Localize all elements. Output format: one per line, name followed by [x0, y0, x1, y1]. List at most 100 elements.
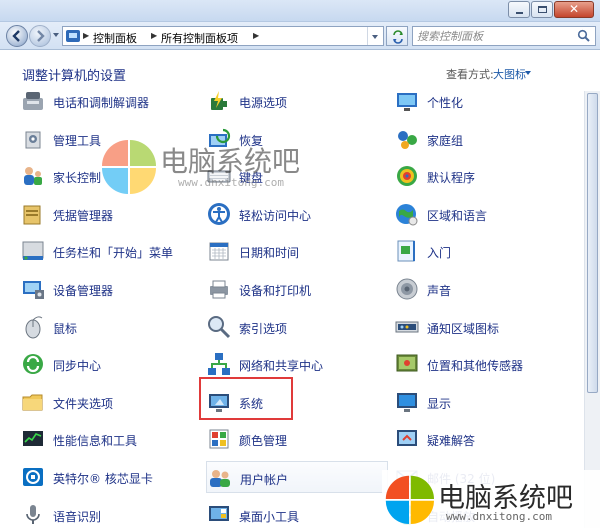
devices-printers-icon [210, 280, 228, 299]
window-controls: ✕ [507, 1, 594, 18]
control-panel-item-label: 索引选项 [239, 321, 288, 336]
maximize-button[interactable] [531, 1, 553, 18]
search-icon[interactable] [577, 29, 591, 43]
control-panel-item-label: 默认程序 [427, 171, 476, 186]
control-panel-item[interactable]: 个性化 [394, 91, 574, 117]
watermark-url: www.dnxitong.com [446, 510, 552, 523]
close-icon: ✕ [568, 2, 580, 16]
date-time-icon [209, 242, 229, 261]
control-panel-item[interactable]: 声音 [394, 273, 574, 305]
user-accounts-icon [210, 470, 230, 487]
control-panel-item-label: 性能信息和工具 [53, 434, 138, 449]
control-panel-item-label: 任务栏和「开始」菜单 [53, 246, 174, 261]
control-panel-item-label: 位置和其他传感器 [427, 359, 524, 374]
recent-pages-dropdown[interactable] [53, 33, 59, 37]
control-panel-item[interactable]: 轻松访问中心 [206, 198, 386, 230]
chevron-right-icon[interactable]: ▶ [151, 31, 157, 40]
control-panel-item[interactable]: 用户帐户 [206, 461, 388, 493]
control-panel-item[interactable]: 设备管理器 [20, 273, 200, 305]
admin-tools-icon [25, 131, 41, 149]
close-button[interactable]: ✕ [554, 1, 594, 18]
control-panel-item[interactable]: 位置和其他传感器 [394, 348, 574, 380]
minimize-icon [516, 12, 523, 14]
control-panel-item[interactable]: 同步中心 [20, 348, 200, 380]
control-panel-item-label: 设备和打印机 [239, 284, 312, 298]
control-panel-item-label: 家长控制 [53, 171, 102, 186]
control-panel-item-label: 网络和共享中心 [239, 359, 324, 374]
minimize-button[interactable] [508, 1, 530, 18]
desktop-gadgets-icon [209, 505, 229, 521]
chevron-right-icon[interactable]: ▶ [83, 31, 89, 40]
homegroup-icon [398, 130, 417, 149]
folder-options-icon [22, 394, 43, 411]
watermark-url: www.dnxitong.com [178, 176, 284, 189]
control-panel-item[interactable]: 性能信息和工具 [20, 423, 200, 455]
control-panel-item[interactable]: 任务栏和「开始」菜单 [20, 235, 200, 267]
troubleshooting-icon [397, 430, 417, 447]
control-panel-item-label: 电话和调制解调器 [53, 96, 150, 110]
control-panel-item[interactable]: 显示 [394, 386, 574, 418]
control-panel-item-label: 轻松访问中心 [239, 208, 312, 223]
forward-button[interactable] [29, 25, 51, 47]
control-panel-item[interactable]: 疑难解答 [394, 423, 574, 455]
ease-of-access-icon [208, 202, 230, 225]
scrollbar-thumb[interactable] [587, 93, 598, 393]
network-sharing-icon [208, 353, 230, 376]
refresh-button[interactable] [386, 26, 408, 46]
control-panel-item[interactable]: 区域和语言 [394, 198, 574, 230]
watermark-corner: 电脑系统吧 www.dnxitong.com [382, 470, 600, 528]
control-panel-item-label: 区域和语言 [427, 208, 488, 223]
control-panel-item[interactable]: 索引选项 [206, 311, 386, 343]
control-panel-item[interactable]: 入门 [394, 235, 574, 267]
control-panel-item[interactable]: 通知区域图标 [394, 311, 574, 343]
breadcrumb-all-items[interactable]: 所有控制面板项 [161, 30, 238, 46]
back-button[interactable] [6, 25, 28, 47]
search-box[interactable] [412, 26, 596, 46]
control-panel-item-label: 个性化 [427, 96, 464, 110]
control-panel-item-label: 家庭组 [427, 133, 464, 148]
performance-icon [23, 431, 43, 447]
control-panel-item-label: 日期和时间 [239, 246, 300, 261]
control-panel-icon [66, 30, 80, 42]
vertical-scrollbar[interactable] [584, 91, 600, 528]
getting-started-icon [397, 240, 415, 262]
control-panel-item[interactable]: 桌面小工具 [206, 499, 386, 528]
personalization-icon [397, 93, 417, 111]
control-panel-item[interactable]: 默认程序 [394, 160, 574, 192]
notification-area-icon [395, 321, 419, 333]
control-panel-item[interactable]: 文件夹选项 [20, 386, 200, 418]
control-panel-item[interactable]: 英特尔® 核芯显卡 [20, 461, 200, 493]
sound-icon [396, 278, 418, 300]
color-management-icon [209, 429, 229, 449]
control-panel-item-label: 颜色管理 [239, 434, 288, 449]
region-language-icon [396, 203, 418, 226]
control-panel-item[interactable]: 网络和共享中心 [206, 348, 386, 380]
control-panel-item[interactable]: 语音识别 [20, 499, 200, 528]
address-dropdown[interactable] [367, 27, 381, 45]
chevron-right-icon[interactable]: ▶ [253, 31, 259, 40]
chevron-down-icon[interactable] [525, 71, 531, 75]
control-panel-item-label: 管理工具 [53, 133, 102, 148]
control-panel-item[interactable]: 电话和调制解调器 [20, 91, 200, 117]
control-panel-item[interactable]: 颜色管理 [206, 423, 386, 455]
view-by-label: 查看方式: [446, 68, 494, 81]
control-panel-item[interactable]: 家庭组 [394, 123, 574, 155]
credential-manager-icon [23, 205, 41, 225]
search-input[interactable] [417, 29, 567, 43]
control-panel-item-label: 声音 [427, 284, 452, 298]
control-panel-item-label: 英特尔® 核芯显卡 [53, 472, 153, 486]
view-by-dropdown[interactable]: 大图标 [493, 66, 526, 82]
address-bar[interactable]: ▶ 控制面板 ▶ 所有控制面板项 ▶ [62, 26, 384, 46]
control-panel-item-label: 凭据管理器 [53, 208, 114, 223]
windows-logo-icon [102, 140, 156, 194]
control-panel-item[interactable]: 日期和时间 [206, 235, 386, 267]
breadcrumb-control-panel[interactable]: 控制面板 [93, 30, 137, 46]
page-title: 调整计算机的设置 [22, 69, 127, 84]
forward-arrow-icon [37, 30, 45, 42]
control-panel-item[interactable]: 设备和打印机 [206, 273, 386, 305]
control-panel-item[interactable]: 鼠标 [20, 311, 200, 343]
taskbar-start-menu-icon [22, 241, 44, 261]
control-panel-item[interactable]: 电源选项 [206, 91, 386, 117]
control-panel-item[interactable]: 凭据管理器 [20, 198, 200, 230]
location-sensors-icon [396, 354, 418, 372]
